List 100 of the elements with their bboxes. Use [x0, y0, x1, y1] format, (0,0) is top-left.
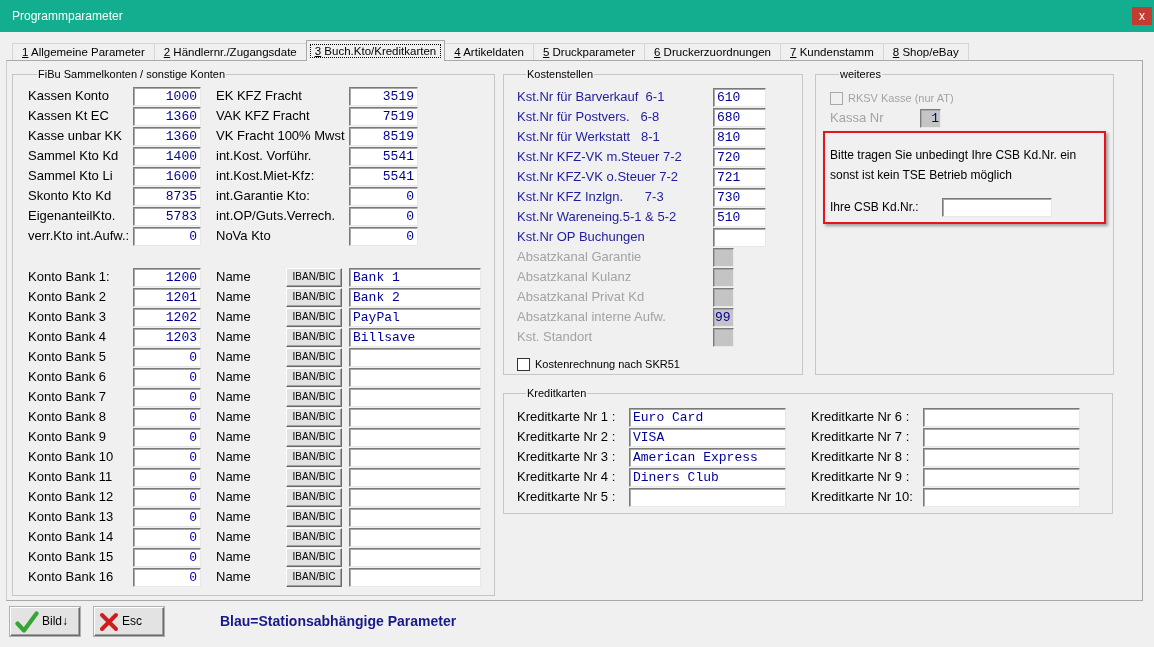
cost-center-field[interactable]: 721: [713, 167, 766, 187]
tab[interactable]: 6 Druckerzuordnungen: [644, 43, 781, 60]
card-name-field[interactable]: [923, 467, 1080, 487]
field-label: Kreditkarte Nr 5 :: [517, 489, 616, 505]
iban-bic-button[interactable]: IBAN/BIC: [286, 367, 342, 387]
bank-name-field[interactable]: [349, 447, 481, 467]
field-label: Konto Bank 5: [28, 349, 107, 365]
bank-account-field[interactable]: 0: [133, 487, 201, 507]
bank-account-field[interactable]: 0: [133, 447, 201, 467]
tab[interactable]: 8 Shop/eBay: [882, 43, 969, 60]
card-name-field[interactable]: VISA: [629, 427, 786, 447]
checkbox-label: Kostenrechnung nach SKR51: [535, 357, 680, 372]
card-name-field[interactable]: [923, 487, 1080, 507]
bank-account-field[interactable]: 0: [133, 567, 201, 587]
cost-center-field[interactable]: 510: [713, 207, 766, 227]
iban-bic-button[interactable]: IBAN/BIC: [286, 447, 342, 467]
bank-name-field[interactable]: [349, 427, 481, 447]
bank-name-field[interactable]: [349, 527, 481, 547]
tab[interactable]: 2 Händlernr./Zugangsdate: [153, 43, 307, 60]
tab[interactable]: 4 Artikeldaten: [444, 43, 534, 60]
bank-name-field[interactable]: [349, 367, 481, 387]
account-field[interactable]: 8735: [133, 186, 201, 206]
iban-bic-button[interactable]: IBAN/BIC: [286, 327, 342, 347]
card-name-field[interactable]: Euro Card: [629, 407, 786, 427]
bank-name-field[interactable]: [349, 507, 481, 527]
group-title: weiteres: [839, 68, 882, 81]
card-name-field[interactable]: Diners Club: [629, 467, 786, 487]
account-field[interactable]: 0: [133, 226, 201, 246]
cost-center-field[interactable]: 680: [713, 107, 766, 127]
iban-bic-button[interactable]: IBAN/BIC: [286, 547, 342, 567]
tab[interactable]: 1 Allgemeine Parameter: [12, 43, 155, 60]
bank-account-field[interactable]: 0: [133, 387, 201, 407]
iban-bic-button[interactable]: IBAN/BIC: [286, 427, 342, 447]
account-field[interactable]: 1360: [133, 106, 201, 126]
bank-name-field[interactable]: [349, 407, 481, 427]
bank-account-field[interactable]: 0: [133, 347, 201, 367]
account-field[interactable]: 7519: [349, 106, 418, 126]
cost-center-field[interactable]: 720: [713, 147, 766, 167]
checkbox[interactable]: [517, 357, 530, 371]
iban-bic-button[interactable]: IBAN/BIC: [286, 387, 342, 407]
iban-bic-button[interactable]: IBAN/BIC: [286, 347, 342, 367]
confirm-button[interactable]: Bild↓: [10, 607, 80, 636]
bank-name-field[interactable]: [349, 387, 481, 407]
iban-bic-button[interactable]: IBAN/BIC: [286, 407, 342, 427]
iban-bic-button[interactable]: IBAN/BIC: [286, 487, 342, 507]
iban-bic-button[interactable]: IBAN/BIC: [286, 307, 342, 327]
bank-account-field[interactable]: 0: [133, 507, 201, 527]
account-field[interactable]: 1360: [133, 126, 201, 146]
account-field[interactable]: 3519: [349, 86, 418, 106]
bank-account-field[interactable]: 1202: [133, 307, 201, 327]
iban-bic-button[interactable]: IBAN/BIC: [286, 287, 342, 307]
bank-name-field[interactable]: [349, 547, 481, 567]
bank-account-field[interactable]: 1203: [133, 327, 201, 347]
account-field[interactable]: 5783: [133, 206, 201, 226]
iban-bic-button[interactable]: IBAN/BIC: [286, 527, 342, 547]
iban-bic-button[interactable]: IBAN/BIC: [286, 467, 342, 487]
bank-name-field[interactable]: PayPal: [349, 307, 481, 327]
account-field[interactable]: 5541: [349, 146, 418, 166]
iban-bic-button[interactable]: IBAN/BIC: [286, 507, 342, 527]
field-label: Kst.Nr Wareneing.5-1 & 5-2: [517, 209, 677, 225]
tab[interactable]: 3 Buch.Kto/Kreditkarten: [305, 40, 446, 61]
bank-account-field[interactable]: 0: [133, 547, 201, 567]
account-field[interactable]: 1400: [133, 146, 201, 166]
account-field[interactable]: 5541: [349, 166, 418, 186]
bank-name-field[interactable]: [349, 467, 481, 487]
cancel-button[interactable]: Esc: [94, 607, 164, 636]
account-field[interactable]: 1000: [133, 86, 201, 106]
bank-name-field[interactable]: [349, 567, 481, 587]
bank-account-field[interactable]: 1200: [133, 267, 201, 287]
tab[interactable]: 5 Druckparameter: [532, 43, 645, 60]
cost-center-field[interactable]: 610: [713, 87, 766, 107]
bank-account-field[interactable]: 0: [133, 407, 201, 427]
customer-number-field[interactable]: [942, 197, 1052, 217]
account-field[interactable]: 8519: [349, 126, 418, 146]
account-field[interactable]: 0: [349, 206, 418, 226]
card-name-field[interactable]: [923, 447, 1080, 467]
account-field[interactable]: 0: [349, 186, 418, 206]
bank-name-field[interactable]: [349, 347, 481, 367]
card-name-field[interactable]: American Express: [629, 447, 786, 467]
cost-center-field[interactable]: 730: [713, 187, 766, 207]
account-field[interactable]: 1600: [133, 166, 201, 186]
bank-name-field[interactable]: Bank 1: [349, 267, 481, 287]
cost-center-field[interactable]: 810: [713, 127, 766, 147]
card-name-field[interactable]: [923, 427, 1080, 447]
bank-account-field[interactable]: 0: [133, 427, 201, 447]
bank-account-field[interactable]: 0: [133, 527, 201, 547]
iban-bic-button[interactable]: IBAN/BIC: [286, 567, 342, 587]
bank-name-field[interactable]: [349, 487, 481, 507]
cost-center-field[interactable]: [713, 227, 766, 247]
close-button[interactable]: x: [1132, 7, 1152, 25]
bank-name-field[interactable]: Bank 2: [349, 287, 481, 307]
account-field[interactable]: 0: [349, 226, 418, 246]
bank-account-field[interactable]: 0: [133, 367, 201, 387]
bank-account-field[interactable]: 1201: [133, 287, 201, 307]
card-name-field[interactable]: [629, 487, 786, 507]
tab[interactable]: 7 Kundenstamm: [780, 43, 884, 60]
iban-bic-button[interactable]: IBAN/BIC: [286, 267, 342, 287]
bank-account-field[interactable]: 0: [133, 467, 201, 487]
card-name-field[interactable]: [923, 407, 1080, 427]
bank-name-field[interactable]: Billsave: [349, 327, 481, 347]
